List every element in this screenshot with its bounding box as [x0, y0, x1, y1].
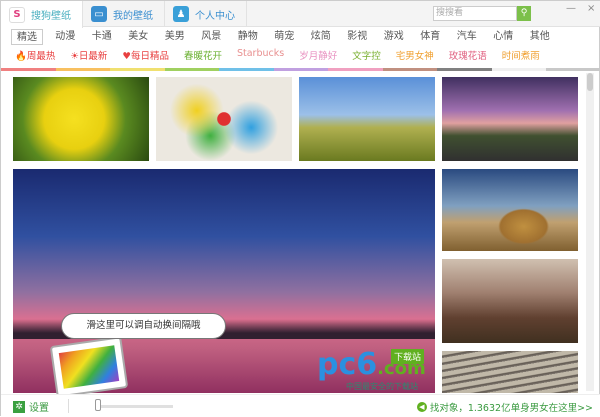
watermark-brand: pc6: [317, 347, 378, 382]
tab-sogou-wallpaper[interactable]: S 搜狗壁纸: [1, 1, 83, 28]
search-input[interactable]: 搜搜看: [433, 6, 517, 21]
tab-my-wallpaper[interactable]: ▭ 我的壁纸: [83, 1, 165, 27]
close-button[interactable]: ×: [587, 3, 595, 14]
tag-item[interactable]: 文字控: [352, 48, 381, 62]
category-item[interactable]: 心情: [485, 29, 522, 45]
category-item[interactable]: 静物: [230, 29, 267, 45]
wallpaper-thumb-grass-sky[interactable]: [299, 77, 435, 161]
category-item[interactable]: 美女: [120, 29, 157, 45]
interval-slider[interactable]: [97, 405, 173, 408]
category-item[interactable]: 风景: [193, 29, 230, 45]
interval-slider-handle[interactable]: [95, 399, 101, 411]
tag-item[interactable]: 玫瑰花语: [449, 48, 487, 62]
tooltip-bubble: 滑这里可以调自动换间隔哦: [61, 313, 226, 339]
category-nav: 精选 动漫 卡通 美女 美男 风景 静物 萌宠 炫简 影视 游戏 体育 汽车 心…: [11, 29, 558, 45]
tag-item[interactable]: 春暖花开: [184, 48, 222, 62]
sun-icon: ☀: [70, 51, 79, 62]
minimize-button[interactable]: —: [566, 3, 576, 14]
tag-label: 周最热: [26, 51, 56, 62]
category-item[interactable]: 动漫: [47, 29, 84, 45]
tag-item[interactable]: 宅男女神: [396, 48, 434, 62]
user-icon: ♟: [173, 6, 189, 22]
flame-icon: 🔥: [15, 51, 27, 62]
category-item[interactable]: 炫简: [303, 29, 340, 45]
category-item[interactable]: 体育: [412, 29, 449, 45]
watermark-badge: 下载站: [391, 349, 425, 364]
wallpaper-thumb-road-sunset[interactable]: [442, 77, 578, 161]
category-item[interactable]: 其他: [522, 29, 559, 45]
mascot-rainbow-icon: [49, 336, 129, 398]
tab-personal-center[interactable]: ♟ 个人中心: [165, 1, 247, 27]
wallpaper-thumb-paint-apple[interactable]: [156, 77, 292, 161]
category-item[interactable]: 美男: [157, 29, 194, 45]
category-item[interactable]: 影视: [339, 29, 376, 45]
dating-promo-link[interactable]: ◀ 找对象，1.3632亿单身男女在这里>>: [416, 400, 593, 414]
search-icon: ⚲: [520, 8, 528, 18]
tag-daily-pick[interactable]: ♥每日精品: [122, 48, 169, 62]
wallpaper-thumb-piano[interactable]: [442, 351, 578, 393]
color-divider: [1, 68, 600, 71]
tab-label: 个人中心: [195, 10, 235, 22]
sogou-logo-icon: S: [9, 6, 25, 23]
divider: [68, 399, 69, 413]
search-button[interactable]: ⚲: [517, 6, 531, 21]
category-item[interactable]: 精选: [11, 29, 43, 45]
category-item[interactable]: 卡通: [84, 29, 121, 45]
category-item[interactable]: 游戏: [376, 29, 413, 45]
watermark-slogan: 中国最安全的下载站: [346, 382, 418, 391]
heart-icon: ♥: [122, 51, 131, 62]
tag-weekly-hot[interactable]: 🔥周最热: [15, 48, 55, 62]
tag-row: 🔥周最热 ☀日最新 ♥每日精品 春暖花开 Starbucks 岁月静好 文字控 …: [15, 48, 555, 62]
tag-item[interactable]: 岁月静好: [299, 48, 337, 62]
settings-button[interactable]: ✲ 设置: [13, 399, 49, 414]
gear-icon: ✲: [13, 400, 25, 413]
tab-bar: S 搜狗壁纸 ▭ 我的壁纸 ♟ 个人中心 搜搜看 ⚲ — ×: [1, 1, 600, 28]
tab-label: 我的壁纸: [113, 10, 153, 22]
wallpaper-thumb-hay-bale[interactable]: [442, 169, 578, 251]
scrollbar[interactable]: [586, 73, 594, 391]
category-item[interactable]: 汽车: [449, 29, 486, 45]
tag-label: 日最新: [78, 51, 108, 62]
monitor-icon: ▭: [91, 6, 107, 22]
tag-item[interactable]: Starbucks: [237, 48, 284, 62]
wallpaper-thumb-yellow-flower[interactable]: [13, 77, 149, 161]
promo-text: 找对象，1.3632亿单身男女在这里>>: [429, 403, 593, 414]
tag-item[interactable]: 时间煮雨: [502, 48, 540, 62]
tag-daily-new[interactable]: ☀日最新: [70, 48, 107, 62]
speaker-icon: ◀: [416, 402, 427, 412]
tab-label: 搜狗壁纸: [31, 11, 71, 22]
category-item[interactable]: 萌宠: [266, 29, 303, 45]
scrollbar-thumb[interactable]: [587, 73, 593, 91]
wallpaper-thumb-bench[interactable]: [442, 259, 578, 343]
footer-bar: ✲ 设置 ◀ 找对象，1.3632亿单身男女在这里>>: [1, 394, 600, 417]
settings-label: 设置: [29, 403, 49, 414]
tag-label: 每日精品: [130, 51, 169, 62]
